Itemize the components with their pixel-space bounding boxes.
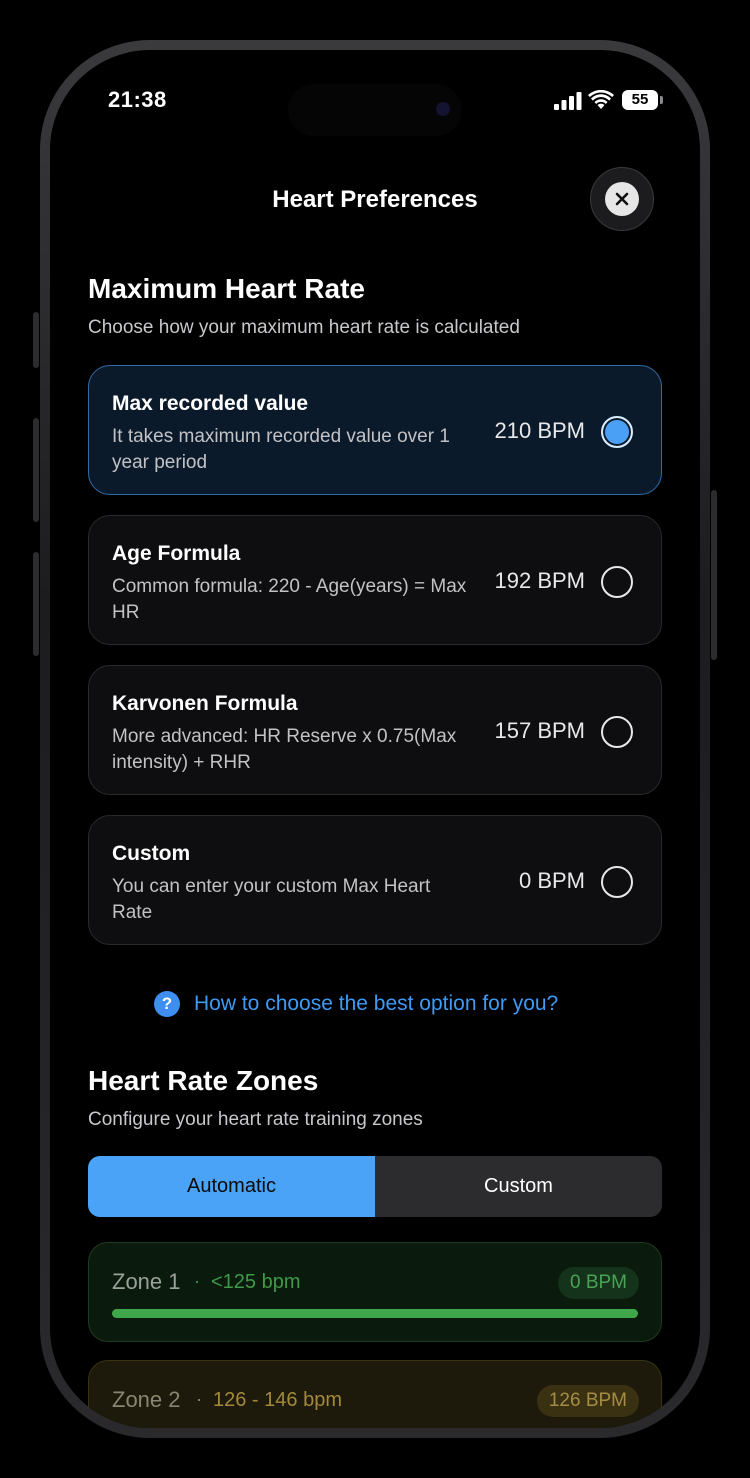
option-value: 192 BPM — [494, 568, 586, 593]
zone-separator: · — [194, 1271, 200, 1291]
option-value: 210 BPM — [494, 418, 586, 443]
option-karvonen-formula[interactable]: Karvonen Formula More advanced: HR Reser… — [88, 665, 662, 795]
cellular-signal-icon — [554, 92, 582, 110]
option-age-formula[interactable]: Age Formula Common formula: 220 - Age(ye… — [88, 515, 662, 645]
question-icon: ? — [154, 991, 180, 1017]
help-link-text: How to choose the best option for you? — [194, 992, 559, 1015]
option-description: Common formula: 220 - Age(years) = Max H… — [112, 576, 467, 623]
zone-progress-bar — [112, 1309, 638, 1318]
zone-range: 126 - 146 bpm — [213, 1389, 342, 1411]
status-bar: 21:38 55 — [50, 50, 700, 150]
option-title: Karvonen Formula — [112, 692, 298, 715]
zone-bpm-badge: 126 BPM — [536, 1385, 639, 1417]
screen: 21:38 55 Heart Preferences Maximum Heart… — [50, 50, 700, 1428]
option-max-recorded[interactable]: Max recorded value It takes maximum reco… — [88, 365, 662, 495]
zone-range: <125 bpm — [211, 1271, 301, 1293]
zone-card-2[interactable]: Zone 2 · 126 - 146 bpm 126 BPM — [88, 1360, 662, 1428]
close-icon — [605, 182, 639, 216]
max-hr-section-subtitle: Choose how your maximum heart rate is ca… — [88, 317, 520, 338]
option-title: Age Formula — [112, 542, 241, 565]
option-value: 157 BPM — [494, 718, 586, 743]
battery-icon: 55 — [622, 90, 658, 110]
radio-unselected[interactable] — [601, 566, 633, 598]
zones-section-title: Heart Rate Zones — [88, 1065, 319, 1096]
zone-name: Zone 2 — [112, 1387, 181, 1412]
option-value: 0 BPM — [518, 868, 585, 893]
option-description: It takes maximum recorded value over 1 y… — [112, 426, 450, 473]
side-button-power — [711, 490, 717, 660]
zone-card-1[interactable]: Zone 1 · <125 bpm 0 BPM — [88, 1242, 662, 1342]
tab-custom[interactable]: Custom — [375, 1156, 662, 1217]
battery-tip — [660, 96, 663, 104]
radio-unselected[interactable] — [601, 866, 633, 898]
zones-section-subtitle: Configure your heart rate training zones — [88, 1109, 423, 1130]
side-button-action — [33, 312, 39, 368]
option-title: Max recorded value — [112, 392, 309, 415]
radio-unselected[interactable] — [601, 716, 633, 748]
status-time: 21:38 — [108, 87, 167, 112]
option-title: Custom — [112, 842, 191, 865]
option-custom[interactable]: Custom You can enter your custom Max Hea… — [88, 815, 662, 945]
radio-selected[interactable] — [601, 416, 633, 448]
zone-bpm-badge: 0 BPM — [557, 1267, 639, 1299]
tab-automatic[interactable]: Automatic — [88, 1156, 375, 1217]
max-hr-section-title: Maximum Heart Rate — [88, 273, 365, 304]
wifi-icon — [588, 90, 614, 109]
option-description: You can enter your custom Max Heart Rate — [112, 876, 431, 923]
close-button[interactable] — [590, 167, 654, 231]
camera-icon — [436, 102, 450, 116]
zone-mode-segmented-control: Automatic Custom — [88, 1156, 662, 1217]
help-link[interactable]: ? How to choose the best option for you? — [154, 991, 558, 1017]
option-description: More advanced: HR Reserve x 0.75(Max int… — [112, 726, 457, 773]
zone-name: Zone 1 — [112, 1269, 181, 1294]
zone-separator: · — [196, 1389, 202, 1409]
zone-progress-fill — [112, 1309, 638, 1318]
side-button-volume-down — [33, 552, 39, 656]
side-button-volume-up — [33, 418, 39, 522]
